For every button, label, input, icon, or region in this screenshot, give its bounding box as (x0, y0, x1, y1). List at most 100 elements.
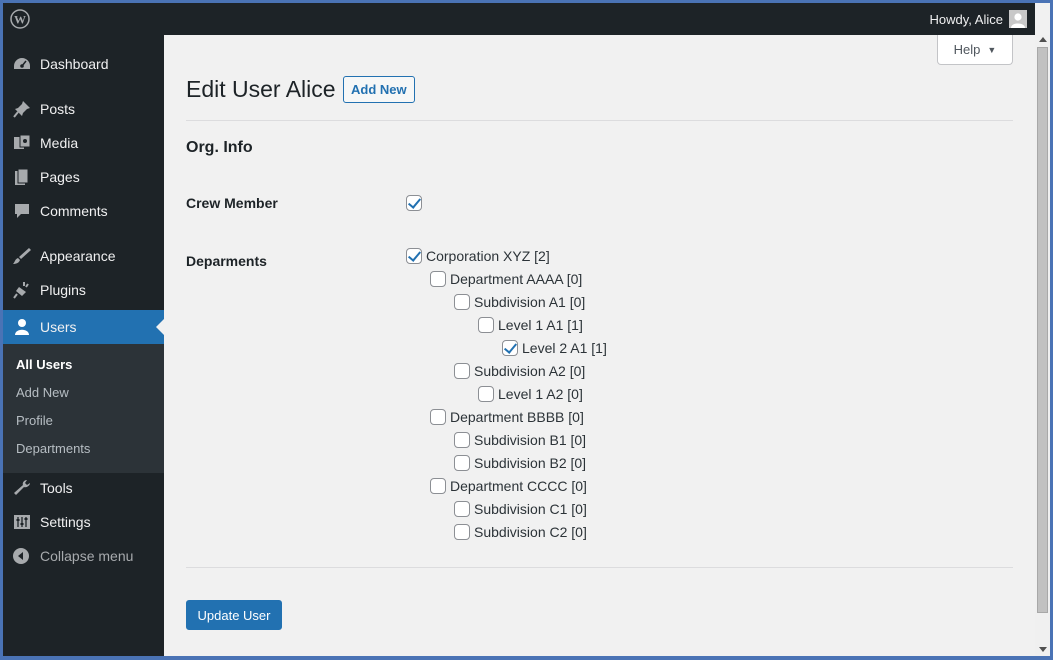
department-checkbox[interactable] (454, 363, 470, 379)
menu-label: Settings (40, 514, 91, 530)
department-checkbox[interactable] (454, 524, 470, 540)
howdy-text[interactable]: Howdy, Alice (930, 12, 1003, 27)
scroll-down-arrow-icon[interactable] (1039, 647, 1047, 652)
help-tab-button[interactable]: Help ▼ (937, 35, 1013, 65)
department-row: Department AAAA [0] (430, 270, 582, 288)
department-row: Subdivision B2 [0] (454, 454, 586, 472)
plug-icon (13, 282, 29, 299)
submenu-departments[interactable]: Departments (16, 441, 90, 456)
sliders-icon (14, 515, 30, 529)
wordpress-logo-icon[interactable]: W (10, 9, 30, 29)
section-title: Org. Info (186, 139, 253, 156)
account-menu[interactable]: Howdy, Alice (930, 10, 1027, 28)
menu-label: Plugins (40, 282, 86, 298)
department-checkbox[interactable] (406, 248, 422, 264)
menu-label: Comments (40, 203, 108, 219)
default-avatar-icon (1009, 10, 1027, 28)
department-row: Department BBBB [0] (430, 408, 584, 426)
department-row: Department CCCC [0] (430, 477, 587, 495)
users-submenu: All Users Add New Profile Departments (3, 344, 164, 473)
department-label[interactable]: Subdivision B2 [0] (474, 455, 586, 471)
department-row: Subdivision A1 [0] (454, 293, 585, 311)
department-checkbox[interactable] (454, 501, 470, 517)
department-row: Corporation XYZ [2] (406, 247, 550, 265)
department-row: Subdivision A2 [0] (454, 362, 585, 380)
menu-label: Users (40, 319, 77, 335)
department-label[interactable]: Level 2 A1 [1] (522, 340, 607, 356)
menu-label: Media (40, 135, 79, 151)
comment-icon (15, 204, 29, 218)
submenu-profile[interactable]: Profile (16, 413, 53, 428)
wrench-icon (14, 480, 30, 495)
page-title: Edit User Alice (186, 76, 336, 102)
admin-bar: W Howdy, Alice (3, 3, 1035, 35)
menu-label: Collapse menu (40, 548, 134, 564)
menu-label: Appearance (40, 248, 116, 264)
department-label[interactable]: Subdivision B1 [0] (474, 432, 586, 448)
department-row: Level 1 A2 [0] (478, 385, 583, 403)
department-label[interactable]: Department AAAA [0] (450, 271, 582, 287)
department-row: Subdivision C1 [0] (454, 500, 587, 518)
caret-down-icon: ▼ (987, 44, 997, 55)
departments-label: Deparments (186, 253, 267, 269)
submenu-add-new[interactable]: Add New (16, 385, 69, 400)
crew-member-checkbox[interactable] (406, 195, 422, 211)
menu-label: Pages (40, 169, 80, 185)
menu-posts[interactable]: Posts (3, 92, 164, 126)
update-user-button[interactable]: Update User (186, 600, 282, 630)
department-checkbox[interactable] (430, 478, 446, 494)
menu-pages[interactable]: Pages (3, 160, 164, 194)
department-row: Subdivision B1 [0] (454, 431, 586, 449)
scroll-thumb[interactable] (1037, 47, 1048, 613)
menu-appearance[interactable]: Appearance (3, 239, 164, 273)
menu-tools[interactable]: Tools (3, 471, 164, 505)
department-label[interactable]: Level 1 A1 [1] (498, 317, 583, 333)
collapse-arrow-icon (13, 548, 29, 564)
help-label: Help (953, 42, 981, 57)
menu-media[interactable]: Media (3, 126, 164, 160)
menu-users[interactable]: Users (3, 310, 164, 344)
department-checkbox[interactable] (478, 386, 494, 402)
department-checkbox[interactable] (454, 455, 470, 471)
user-icon (15, 319, 29, 335)
vertical-scrollbar[interactable] (1035, 35, 1050, 656)
menu-comments[interactable]: Comments (3, 194, 164, 228)
department-label[interactable]: Subdivision C1 [0] (474, 501, 587, 517)
browser-window: W Howdy, Alice Dashboard Posts Media Pag… (3, 3, 1050, 656)
menu-settings[interactable]: Settings (3, 505, 164, 539)
divider (186, 120, 1013, 121)
svg-text:W: W (14, 13, 26, 27)
department-row: Subdivision C2 [0] (454, 523, 587, 541)
department-label[interactable]: Corporation XYZ [2] (426, 248, 550, 264)
department-checkbox[interactable] (430, 409, 446, 425)
department-checkbox[interactable] (430, 271, 446, 287)
department-label[interactable]: Department CCCC [0] (450, 478, 587, 494)
department-checkbox[interactable] (454, 294, 470, 310)
department-label[interactable]: Subdivision A2 [0] (474, 363, 585, 379)
scroll-up-arrow-icon[interactable] (1039, 37, 1047, 42)
menu-dashboard[interactable]: Dashboard (3, 47, 164, 81)
department-row: Level 1 A1 [1] (478, 316, 583, 334)
department-label[interactable]: Level 1 A2 [0] (498, 386, 583, 402)
brush-icon (13, 248, 31, 264)
department-checkbox[interactable] (502, 340, 518, 356)
department-label[interactable]: Department BBBB [0] (450, 409, 584, 425)
media-icon (14, 134, 31, 149)
dashboard-icon (14, 58, 30, 69)
department-checkbox[interactable] (454, 432, 470, 448)
add-new-button[interactable]: Add New (343, 76, 415, 103)
menu-label: Posts (40, 101, 76, 117)
submenu-all-users[interactable]: All Users (16, 357, 72, 372)
avatar[interactable] (1009, 10, 1027, 28)
collapse-menu-button[interactable]: Collapse menu (3, 539, 164, 573)
department-row: Level 2 A1 [1] (502, 339, 607, 357)
crew-member-label: Crew Member (186, 195, 278, 211)
divider (186, 567, 1013, 568)
pages-icon (15, 168, 29, 185)
department-label[interactable]: Subdivision A1 [0] (474, 294, 585, 310)
department-checkbox[interactable] (478, 317, 494, 333)
admin-sidebar: Dashboard Posts Media Pages Comments App… (3, 35, 164, 656)
pin-icon (13, 101, 30, 118)
menu-plugins[interactable]: Plugins (3, 273, 164, 307)
department-label[interactable]: Subdivision C2 [0] (474, 524, 587, 540)
